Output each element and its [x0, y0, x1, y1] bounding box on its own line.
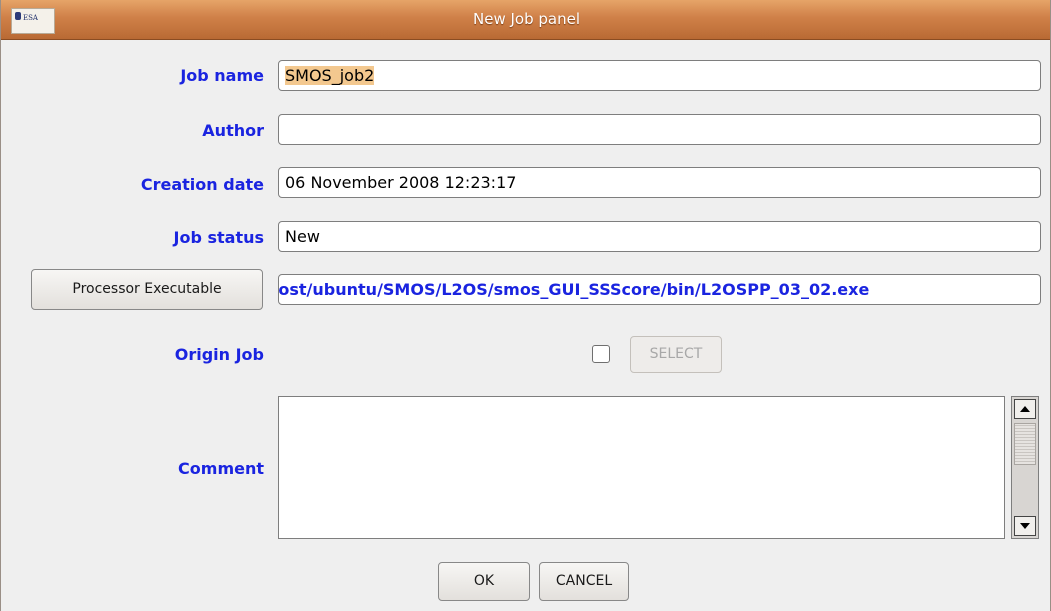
scroll-up-arrow-icon[interactable] [1014, 399, 1036, 419]
author-field[interactable] [278, 114, 1041, 145]
processor-executable-path[interactable]: host/ubuntu/SMOS/L2OS/smos_GUI_SSScore/b… [278, 274, 1041, 305]
creation-date-label: Creation date [140, 175, 264, 194]
job-name-field[interactable]: SMOS_job2 [278, 60, 1041, 91]
new-job-dialog: ESA New Job panel Job name SMOS_job2 Aut… [0, 0, 1051, 611]
job-name-label: Job name [180, 66, 264, 85]
select-button[interactable]: SELECT [630, 336, 722, 373]
author-label: Author [202, 121, 264, 140]
creation-date-field[interactable]: 06 November 2008 12:23:17 [278, 167, 1041, 198]
job-name-value: SMOS_job2 [285, 66, 375, 85]
title-bar[interactable]: ESA New Job panel [1, 0, 1050, 40]
origin-job-checkbox[interactable] [592, 345, 610, 363]
scroll-down-arrow-icon[interactable] [1014, 516, 1036, 536]
comment-textarea[interactable] [278, 396, 1005, 539]
job-status-label: Job status [173, 228, 265, 247]
comment-scrollbar[interactable] [1011, 396, 1039, 539]
ok-button[interactable]: OK [438, 562, 530, 601]
origin-job-label: Origin Job [174, 345, 264, 364]
comment-label: Comment [178, 459, 264, 478]
cancel-button[interactable]: CANCEL [539, 562, 629, 601]
job-status-field[interactable]: New [278, 221, 1041, 252]
window-title: New Job panel [473, 10, 580, 28]
scroll-thumb[interactable] [1014, 423, 1036, 465]
processor-executable-button[interactable]: Processor Executable [31, 269, 263, 310]
